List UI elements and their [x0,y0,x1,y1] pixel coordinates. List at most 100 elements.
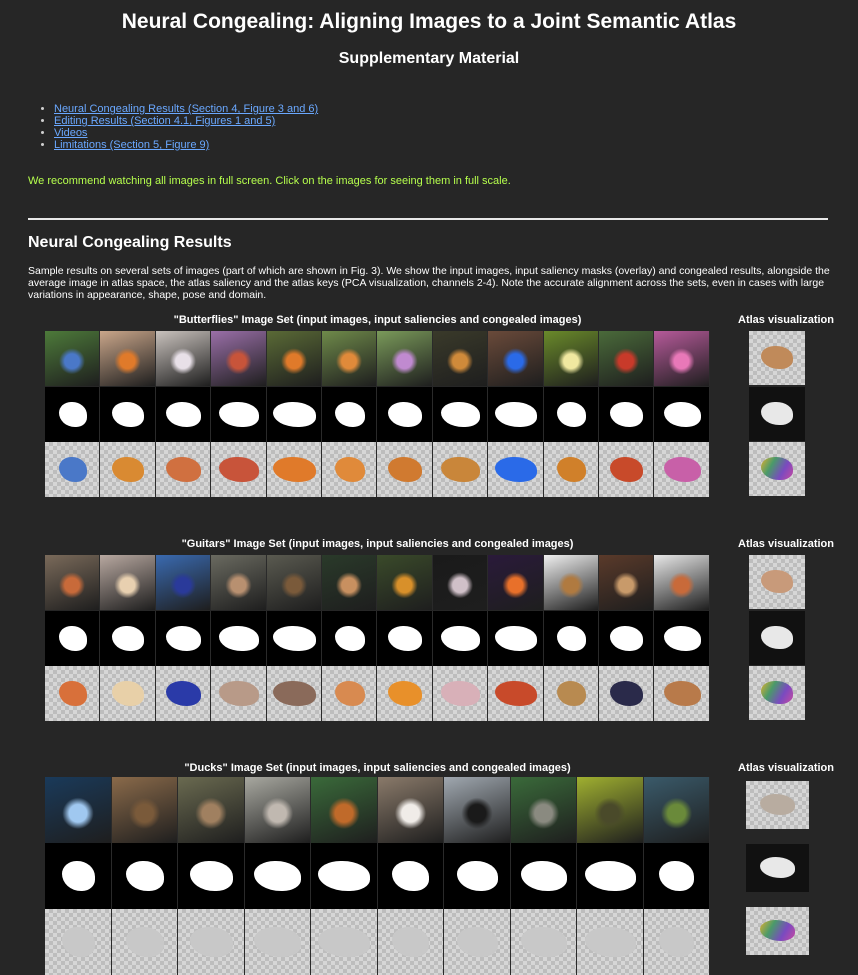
saliency-mask[interactable] [245,843,311,909]
input-image[interactable] [111,777,178,843]
input-image[interactable] [211,331,267,386]
congealed-image[interactable] [100,666,156,721]
toc-link-limitations[interactable]: Limitations (Section 5, Figure 9) [54,139,209,151]
input-image[interactable] [432,555,489,610]
congealed-image[interactable] [100,442,156,497]
saliency-mask[interactable] [112,843,178,909]
saliency-mask[interactable] [544,611,600,666]
congealed-image[interactable] [654,666,710,721]
input-image[interactable] [599,331,655,386]
congealed-image[interactable] [488,442,544,497]
atlas-saliency[interactable] [749,387,805,441]
congealed-image[interactable] [377,909,444,975]
input-image[interactable] [543,555,600,610]
input-image[interactable] [244,777,311,843]
congealed-image[interactable] [654,442,710,497]
saliency-mask[interactable] [378,843,444,909]
congealed-image[interactable] [643,909,710,975]
saliency-mask[interactable] [599,387,655,442]
congealed-image[interactable] [543,442,600,497]
input-image[interactable] [45,331,101,386]
image-grid-ducks[interactable] [45,777,710,975]
atlas-column-butterflies[interactable] [749,331,805,498]
congealed-image[interactable] [488,666,544,721]
congealed-image[interactable] [45,666,101,721]
saliency-mask[interactable] [45,611,101,666]
saliency-mask[interactable] [156,387,212,442]
saliency-mask[interactable] [433,611,489,666]
saliency-mask[interactable] [488,387,544,442]
image-grid-butterflies[interactable] [45,331,710,498]
input-image[interactable] [510,777,577,843]
saliency-mask[interactable] [377,611,433,666]
input-image[interactable] [488,555,544,610]
atlas-column-guitars[interactable] [749,555,805,721]
input-image[interactable] [266,555,323,610]
input-image[interactable] [654,555,710,610]
saliency-mask[interactable] [45,387,101,442]
congealed-image[interactable] [599,666,655,721]
toc-link-results[interactable]: Neural Congealing Results (Section 4, Fi… [54,103,318,115]
input-image[interactable] [444,777,511,843]
input-image[interactable] [322,555,378,610]
saliency-mask[interactable] [156,611,212,666]
input-image[interactable] [643,777,710,843]
congealed-image[interactable] [444,909,511,975]
atlas-keys[interactable] [749,666,805,720]
congealed-image[interactable] [266,442,323,497]
image-grid-guitars[interactable] [45,555,710,721]
input-image[interactable] [211,555,267,610]
saliency-mask[interactable] [211,387,267,442]
atlas-average-image[interactable] [746,781,809,829]
saliency-mask[interactable] [599,611,655,666]
saliency-mask[interactable] [511,843,577,909]
saliency-mask[interactable] [444,843,511,909]
saliency-mask[interactable] [433,387,489,442]
atlas-keys[interactable] [749,442,805,496]
input-image[interactable] [599,555,655,610]
congealed-image[interactable] [266,666,323,721]
saliency-mask[interactable] [322,611,378,666]
saliency-mask[interactable] [377,387,433,442]
congealed-image[interactable] [155,666,212,721]
congealed-image[interactable] [211,442,267,497]
atlas-column-ducks[interactable] [746,781,809,955]
congealed-image[interactable] [45,442,101,497]
input-image[interactable] [45,777,112,843]
congealed-image[interactable] [599,442,655,497]
congealed-image[interactable] [432,666,489,721]
atlas-keys[interactable] [746,907,809,955]
input-image[interactable] [377,331,433,386]
input-image[interactable] [377,777,444,843]
atlas-average-image[interactable] [749,555,805,609]
congealed-image[interactable] [322,666,378,721]
atlas-saliency[interactable] [749,611,805,665]
input-image[interactable] [543,331,600,386]
input-image[interactable] [178,777,245,843]
atlas-saliency[interactable] [746,844,809,892]
saliency-mask[interactable] [654,611,710,666]
toc-link-videos[interactable]: Videos [54,127,87,139]
saliency-mask[interactable] [267,611,323,666]
congealed-image[interactable] [244,909,311,975]
congealed-image[interactable] [510,909,577,975]
input-image[interactable] [311,777,378,843]
congealed-image[interactable] [178,909,245,975]
input-image[interactable] [100,331,156,386]
congealed-image[interactable] [311,909,378,975]
input-image[interactable] [432,331,489,386]
saliency-mask[interactable] [100,611,156,666]
congealed-image[interactable] [377,442,433,497]
input-image[interactable] [45,555,101,610]
saliency-mask[interactable] [322,387,378,442]
input-image[interactable] [654,331,710,386]
congealed-image[interactable] [45,909,112,975]
saliency-mask[interactable] [488,611,544,666]
input-image[interactable] [100,555,156,610]
saliency-mask[interactable] [544,387,600,442]
input-image[interactable] [155,555,212,610]
congealed-image[interactable] [111,909,178,975]
saliency-mask[interactable] [644,843,710,909]
input-image[interactable] [377,555,433,610]
toc-link-editing[interactable]: Editing Results (Section 4.1, Figures 1 … [54,115,275,127]
